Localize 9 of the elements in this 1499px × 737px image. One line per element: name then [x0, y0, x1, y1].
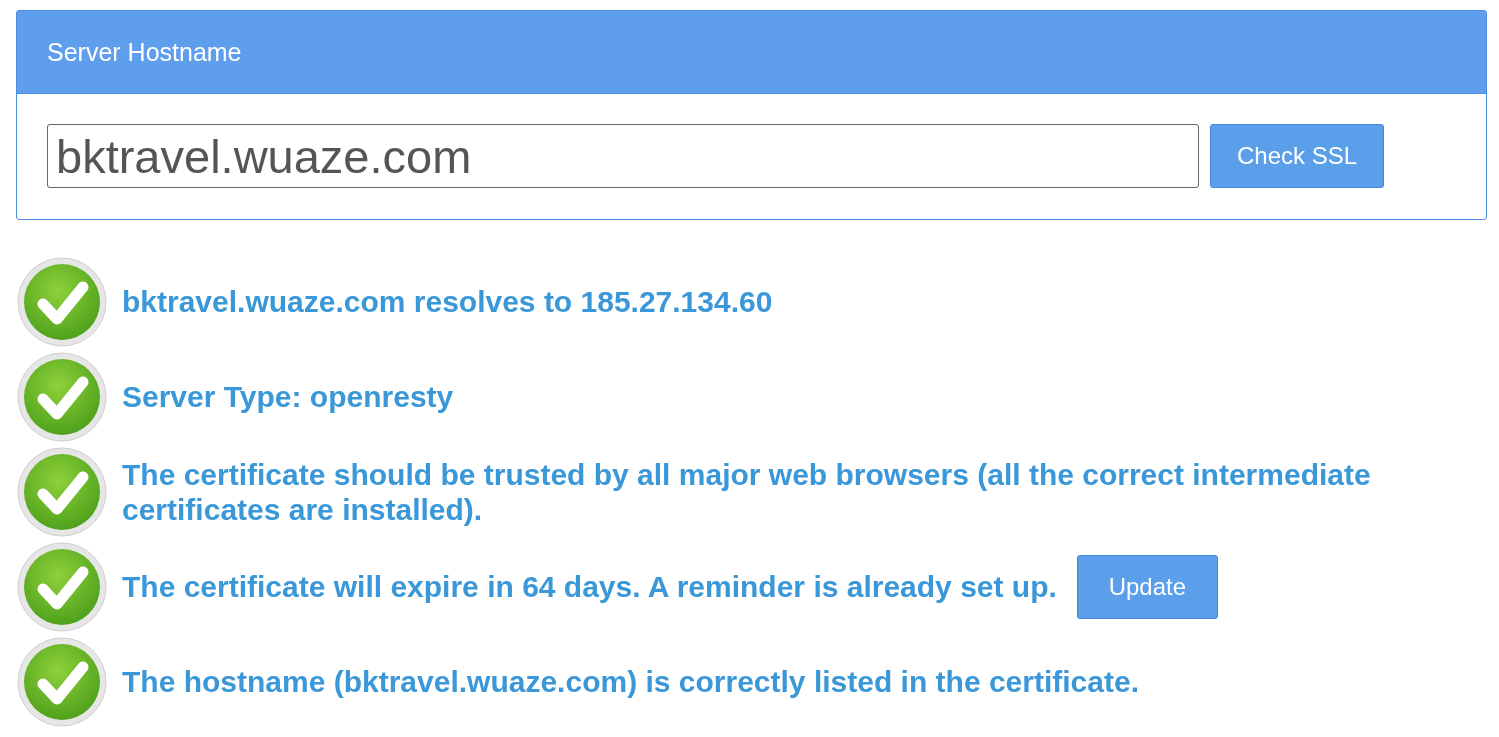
- result-text: Server Type: openresty: [122, 379, 454, 414]
- update-button[interactable]: Update: [1076, 554, 1218, 619]
- result-text: The hostname (bktravel.wuaze.com) is correctly listed in the certificate.: [122, 664, 1139, 699]
- panel-title: Server Hostname: [47, 37, 242, 67]
- result-text: bktravel.wuaze.com resolves to 185.27.134.60: [122, 284, 773, 319]
- result-text: The certificate should be trusted by all major web browsers (all the correct intermediate certificates are installed).: [122, 456, 1372, 527]
- result-text: The certificate will expire in 64 days. A reminder is already set up.: [122, 569, 1057, 604]
- hostname-field[interactable]: bktravel.wuaze.com: [47, 124, 1199, 188]
- check-ssl-button[interactable]: Check SSL: [1210, 124, 1384, 188]
